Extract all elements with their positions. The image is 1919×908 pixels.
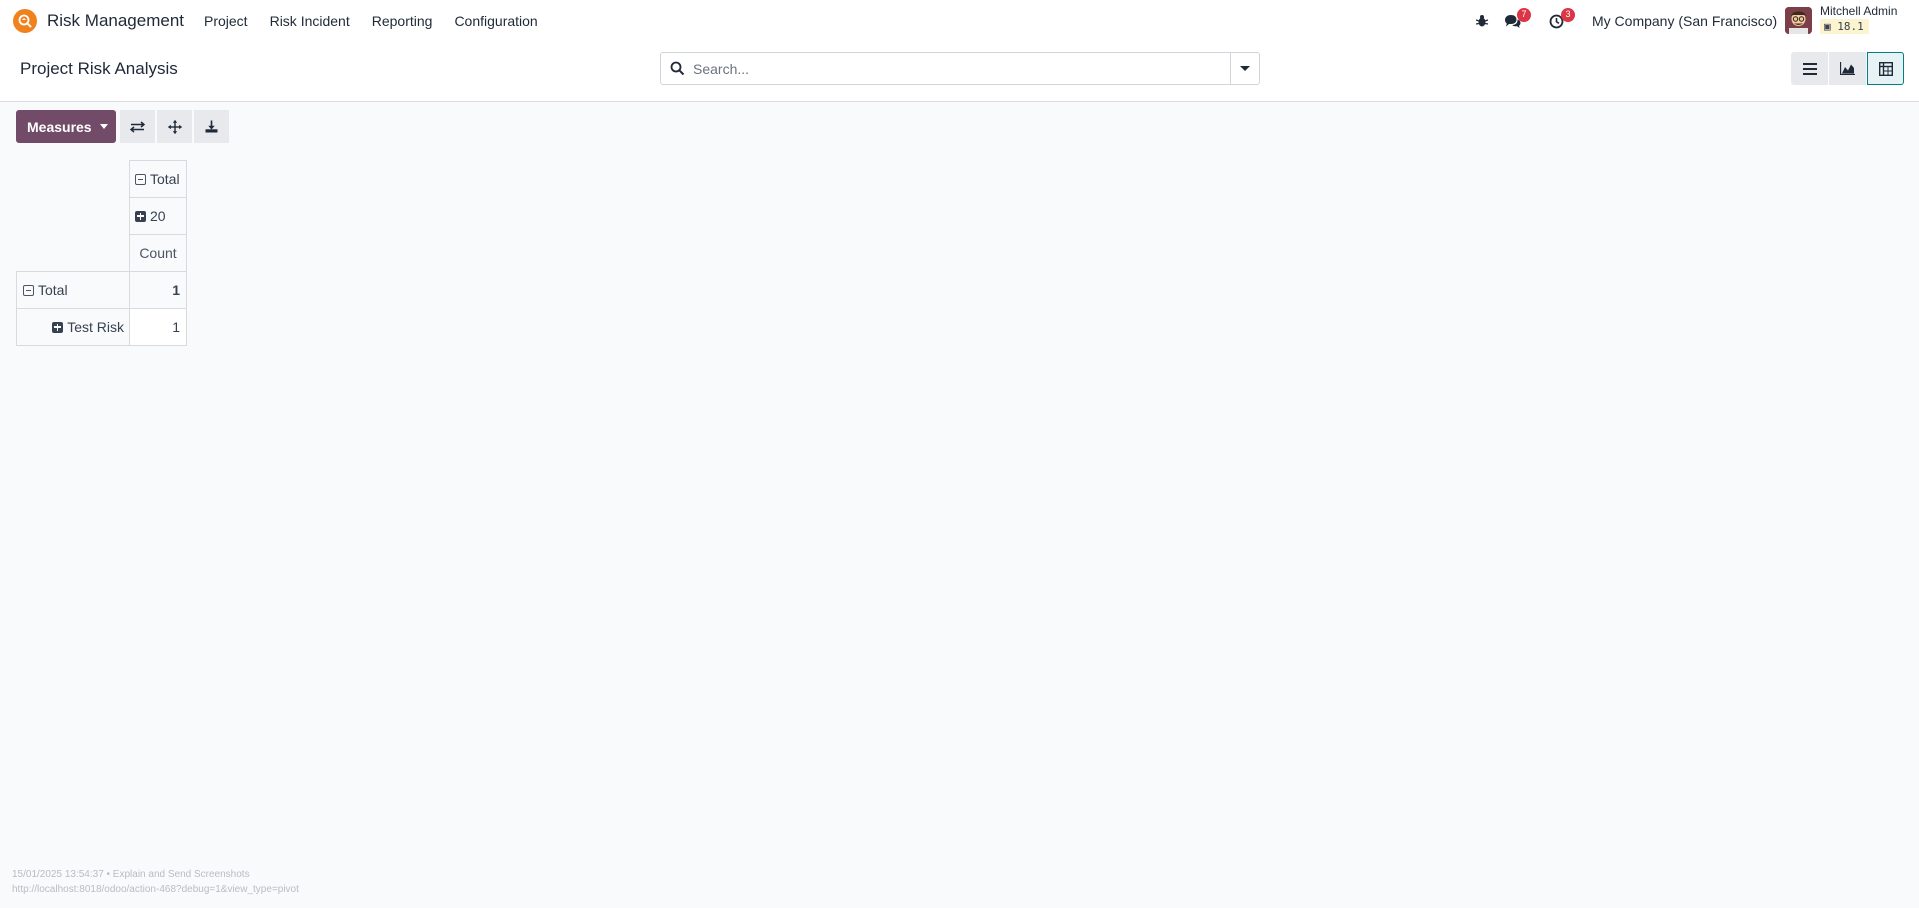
flip-axis-button[interactable] bbox=[120, 110, 155, 143]
pivot-col-header-total[interactable]: Total bbox=[129, 160, 187, 198]
messages-chat-icon[interactable]: 7 bbox=[1503, 8, 1531, 30]
pivot-row-header-total[interactable]: Total bbox=[16, 271, 130, 309]
menu-item-risk-incident[interactable]: Risk Incident bbox=[259, 0, 361, 42]
area-chart-icon bbox=[1840, 62, 1855, 75]
company-switcher[interactable]: My Company (San Francisco) bbox=[1592, 13, 1777, 29]
graph-view-button[interactable] bbox=[1829, 52, 1866, 85]
pivot-col-header-group[interactable]: 20 bbox=[129, 197, 187, 235]
pivot-row-header-label: Test Risk bbox=[67, 319, 124, 335]
list-view-button[interactable] bbox=[1791, 52, 1828, 85]
expand-icon bbox=[52, 321, 64, 333]
debug-bug-icon[interactable] bbox=[1473, 12, 1491, 30]
pivot-col-header-total-label: Total bbox=[150, 171, 180, 187]
pivot-col-header-group-label: 20 bbox=[150, 208, 166, 224]
pivot-measure-label: Count bbox=[139, 245, 177, 261]
top-navbar: Risk Management Project Risk Incident Re… bbox=[0, 0, 1919, 42]
database-icon: ▣ bbox=[1824, 20, 1831, 33]
activities-clock-icon[interactable]: 3 bbox=[1547, 8, 1575, 30]
download-button[interactable] bbox=[194, 110, 229, 143]
search-icon bbox=[670, 61, 686, 77]
control-panel: Project Risk Analysis bbox=[0, 42, 1919, 102]
app-logo-icon[interactable] bbox=[13, 9, 37, 33]
page-title: Project Risk Analysis bbox=[20, 59, 178, 78]
pivot-view-button[interactable] bbox=[1867, 52, 1904, 85]
menu-item-configuration[interactable]: Configuration bbox=[443, 0, 548, 42]
search-options-toggle[interactable] bbox=[1230, 53, 1259, 84]
pivot-value-cell[interactable]: 1 bbox=[129, 308, 187, 346]
menu-item-reporting[interactable]: Reporting bbox=[361, 0, 444, 42]
menu-item-project[interactable]: Project bbox=[193, 0, 259, 42]
view-switcher bbox=[1791, 52, 1904, 85]
list-icon bbox=[1802, 62, 1817, 75]
exchange-icon bbox=[130, 120, 145, 133]
download-icon bbox=[205, 120, 218, 133]
pivot-total-cell[interactable]: 1 bbox=[129, 271, 187, 309]
expand-all-button[interactable] bbox=[157, 110, 192, 143]
caret-down-icon bbox=[99, 124, 108, 129]
messages-badge: 7 bbox=[1517, 8, 1531, 22]
database-version: 18.1 bbox=[1837, 20, 1864, 33]
search-input[interactable] bbox=[693, 53, 1213, 84]
main-menu: Project Risk Incident Reporting Configur… bbox=[193, 0, 549, 42]
expand-icon bbox=[135, 210, 146, 222]
screenshot-url: http://localhost:8018/odoo/action-468?de… bbox=[12, 884, 299, 895]
pivot-measure-header[interactable]: Count bbox=[129, 234, 187, 272]
user-name[interactable]: Mitchell Admin bbox=[1820, 4, 1897, 18]
measures-dropdown-button[interactable]: Measures bbox=[16, 110, 116, 143]
app-name[interactable]: Risk Management bbox=[47, 11, 184, 31]
database-version-badge: ▣ 18.1 bbox=[1820, 19, 1869, 34]
collapse-icon bbox=[23, 284, 34, 296]
screenshot-timestamp: 15/01/2025 13:54:37 • Explain and Send S… bbox=[12, 869, 250, 880]
measures-label: Measures bbox=[27, 118, 92, 135]
search-bar bbox=[660, 52, 1260, 85]
caret-down-icon bbox=[1240, 66, 1250, 71]
pivot-table-icon bbox=[1878, 61, 1893, 76]
pivot-total-value: 1 bbox=[172, 282, 180, 298]
arrows-move-icon bbox=[167, 119, 182, 134]
pivot-row-header[interactable]: Test Risk bbox=[16, 308, 130, 346]
pivot-cell-value: 1 bbox=[172, 319, 180, 335]
activities-badge: 3 bbox=[1561, 8, 1575, 22]
user-avatar[interactable] bbox=[1785, 7, 1812, 34]
collapse-icon bbox=[135, 173, 146, 185]
pivot-row-header-total-label: Total bbox=[38, 282, 68, 298]
